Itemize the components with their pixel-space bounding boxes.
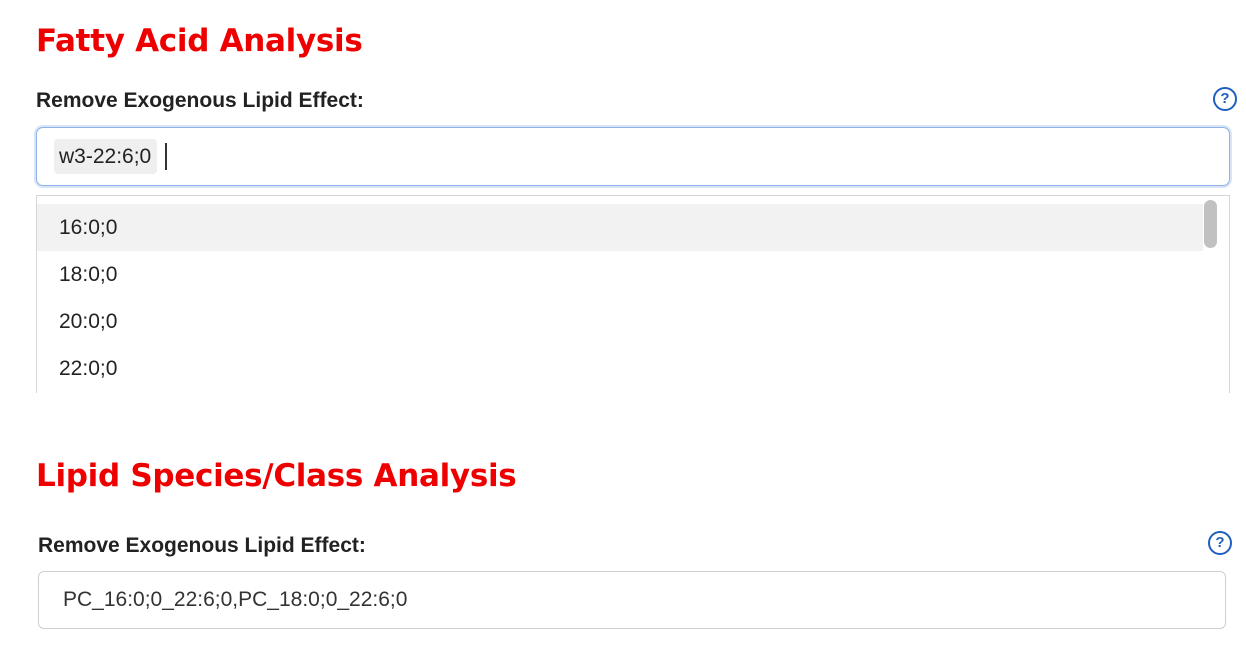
dropdown-option[interactable]: 22:0;0 bbox=[37, 345, 1203, 392]
dropdown-option[interactable]: 18:0;0 bbox=[37, 251, 1203, 298]
dropdown-scrollbar[interactable] bbox=[1204, 200, 1217, 393]
fatty-acid-remove-exogenous-label: Remove Exogenous Lipid Effect: bbox=[36, 89, 364, 112]
fatty-acid-dropdown-menu: 16:0;0 18:0;0 20:0;0 22:0;0 bbox=[36, 195, 1230, 393]
fatty-acid-multiselect[interactable]: w3-22:6;0 bbox=[36, 127, 1230, 186]
scrollbar-thumb[interactable] bbox=[1204, 200, 1217, 248]
lipid-species-section-title: Lipid Species/Class Analysis bbox=[36, 458, 517, 494]
dropdown-option[interactable]: 16:0;0 bbox=[37, 204, 1203, 251]
question-circle-icon[interactable]: ? bbox=[1213, 87, 1237, 111]
text-caret bbox=[165, 143, 167, 170]
fatty-acid-section-title: Fatty Acid Analysis bbox=[36, 23, 363, 59]
lipid-species-remove-exogenous-label: Remove Exogenous Lipid Effect: bbox=[38, 534, 366, 557]
dropdown-options-list: 16:0;0 18:0;0 20:0;0 22:0;0 bbox=[37, 204, 1203, 392]
question-circle-icon[interactable]: ? bbox=[1208, 531, 1232, 555]
selected-fatty-acid-chip[interactable]: w3-22:6;0 bbox=[54, 139, 158, 174]
dropdown-option[interactable]: 20:0;0 bbox=[37, 298, 1203, 345]
lipid-species-input[interactable] bbox=[38, 571, 1226, 629]
